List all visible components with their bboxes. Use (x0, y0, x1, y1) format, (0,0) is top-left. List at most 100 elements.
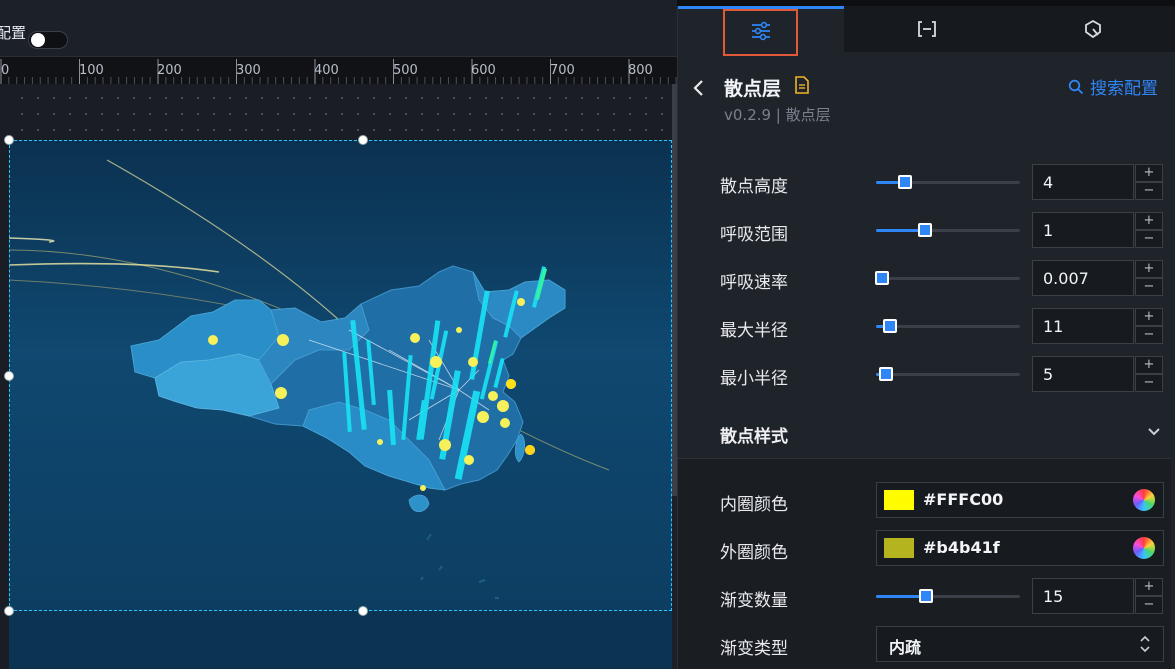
gradient-count-stepper[interactable]: + − (1135, 578, 1163, 614)
color-wheel-icon[interactable] (1133, 489, 1155, 511)
setting-label: 内圈颜色 (720, 495, 788, 515)
increment-button[interactable]: + (1135, 356, 1163, 374)
gradient-count-input[interactable]: 15 (1032, 578, 1134, 614)
setting-row-breath-rate: 呼吸速率 0.007 + − (678, 258, 1175, 298)
config-toggle[interactable] (28, 31, 68, 49)
section-title: 散点样式 (720, 427, 788, 447)
slider-thumb[interactable] (917, 223, 932, 237)
panel-tabs (678, 6, 1175, 56)
increment-button[interactable]: + (1135, 578, 1163, 596)
resize-handle-left[interactable] (4, 371, 14, 381)
setting-row-gradient-count: 渐变数量 15 + − (678, 576, 1175, 616)
point-height-input[interactable]: 4 (1032, 164, 1134, 200)
slider-thumb[interactable] (874, 271, 889, 285)
resize-handle-bottom[interactable] (358, 606, 368, 616)
decrement-button[interactable]: − (1135, 326, 1163, 344)
panel-scrollbar[interactable] (1171, 52, 1175, 669)
ruler-label: 200 (157, 63, 182, 78)
ruler-label: 600 (471, 63, 496, 78)
ruler-label: 100 (79, 63, 104, 78)
selection-frame (9, 140, 672, 611)
canvas-background (9, 611, 672, 669)
color-swatch[interactable] (884, 538, 914, 558)
outer-color-picker[interactable]: #b4b41f (876, 530, 1164, 566)
gradient-type-select[interactable]: 内疏 (876, 626, 1164, 662)
tab-data[interactable] (844, 6, 1010, 52)
setting-label: 散点高度 (720, 177, 788, 197)
breath-rate-input[interactable]: 0.007 (1032, 260, 1134, 296)
slider-thumb[interactable] (897, 175, 912, 189)
point-height-slider[interactable] (876, 175, 1020, 189)
canvas-grid (10, 84, 672, 140)
setting-row-max-radius: 最大半径 11 + − (678, 306, 1175, 346)
canvas-area[interactable] (0, 84, 672, 669)
setting-row-inner-color: 内圈颜色 #FFFC00 (678, 480, 1175, 520)
search-config-button[interactable]: 搜索配置 (1068, 74, 1158, 99)
max-radius-slider[interactable] (876, 319, 1020, 333)
breath-range-input[interactable]: 1 (1032, 212, 1134, 248)
breath-range-stepper[interactable]: + − (1135, 212, 1163, 248)
decrement-button[interactable]: − (1135, 182, 1163, 200)
chevron-down-icon[interactable] (1148, 428, 1160, 436)
canvas-workspace: 配置 0 100 200 300 400 500 600 700 800 (0, 0, 677, 669)
search-config-label: 搜索配置 (1090, 79, 1158, 99)
slider-thumb[interactable] (879, 367, 894, 381)
setting-row-gradient-type: 渐变类型 内疏 (678, 624, 1175, 664)
min-radius-input[interactable]: 5 (1032, 356, 1134, 392)
back-arrow-icon[interactable] (692, 78, 706, 98)
inner-color-picker[interactable]: #FFFC00 (876, 482, 1164, 518)
config-panel: 散点层 搜索配置 v0.2.9 | 散点层 散点高度 4 + − 呼吸范围 1 … (677, 6, 1175, 669)
increment-button[interactable]: + (1135, 164, 1163, 182)
cursor-icon (1085, 19, 1101, 39)
setting-row-point-height: 散点高度 4 + − (678, 162, 1175, 202)
setting-label: 最小半径 (720, 369, 788, 389)
setting-row-min-radius: 最小半径 5 + − (678, 354, 1175, 394)
decrement-button[interactable]: − (1135, 278, 1163, 296)
color-wheel-icon[interactable] (1133, 537, 1155, 559)
setting-row-breath-range: 呼吸范围 1 + − (678, 210, 1175, 250)
setting-label: 最大半径 (720, 321, 788, 341)
increment-button[interactable]: + (1135, 260, 1163, 278)
breath-rate-slider[interactable] (874, 271, 1020, 285)
ruler-label: 800 (628, 63, 653, 78)
version-text: v0.2.9 | 散点层 (724, 106, 831, 124)
ruler-label: 300 (236, 63, 261, 78)
scatter-style-section-header[interactable]: 散点样式 (678, 410, 1175, 458)
decrement-button[interactable]: − (1135, 230, 1163, 248)
breath-range-slider[interactable] (876, 223, 1020, 237)
point-height-stepper[interactable]: + − (1135, 164, 1163, 200)
ruler-label: 400 (314, 63, 339, 78)
slider-thumb[interactable] (919, 589, 934, 603)
breath-rate-stepper[interactable]: + − (1135, 260, 1163, 296)
tab-interaction[interactable] (1010, 6, 1175, 52)
setting-label: 呼吸速率 (720, 273, 788, 293)
decrement-button[interactable]: − (1135, 374, 1163, 392)
gradient-count-slider[interactable] (876, 589, 1020, 603)
min-radius-slider[interactable] (876, 367, 1020, 381)
resize-handle-top-left[interactable] (4, 135, 14, 145)
setting-label: 外圈颜色 (720, 543, 788, 563)
search-icon (1068, 79, 1084, 94)
setting-label: 渐变数量 (720, 591, 788, 611)
max-radius-input[interactable]: 11 (1032, 308, 1134, 344)
min-radius-stepper[interactable]: + − (1135, 356, 1163, 392)
color-value: #b4b41f (923, 538, 1000, 557)
setting-label: 呼吸范围 (720, 225, 788, 245)
resize-handle-bottom-left[interactable] (4, 606, 14, 616)
config-label: 配置 (0, 24, 27, 42)
increment-button[interactable]: + (1135, 308, 1163, 326)
increment-button[interactable]: + (1135, 212, 1163, 230)
color-swatch[interactable] (884, 490, 914, 510)
decrement-button[interactable]: − (1135, 596, 1163, 614)
component-header: 散点层 搜索配置 v0.2.9 | 散点层 (678, 52, 1175, 132)
max-radius-stepper[interactable]: + − (1135, 308, 1163, 344)
ruler-label: 500 (393, 63, 418, 78)
select-arrows-icon (1140, 635, 1150, 653)
ruler-label: 700 (550, 63, 575, 78)
ruler-label: 0 (1, 63, 10, 78)
toggle-knob (31, 33, 45, 47)
slider-thumb[interactable] (883, 319, 898, 333)
document-icon[interactable] (795, 76, 809, 94)
select-value: 内疏 (889, 638, 922, 657)
resize-handle-top[interactable] (358, 135, 368, 145)
